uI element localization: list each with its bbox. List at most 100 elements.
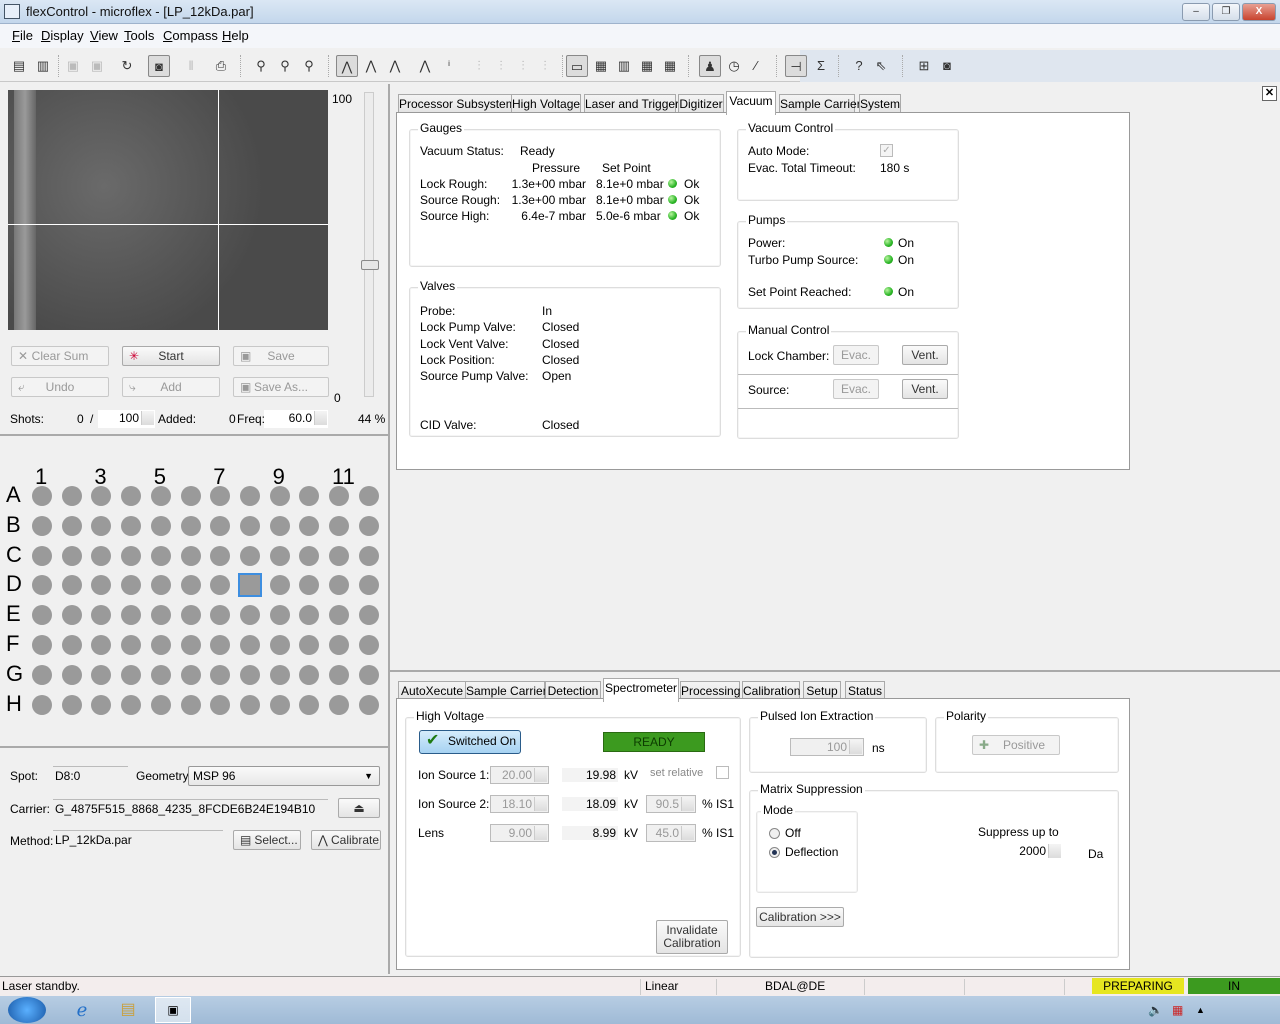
plate-well[interactable] bbox=[32, 694, 52, 715]
menu-help[interactable]: Help bbox=[222, 28, 249, 43]
plate-well[interactable] bbox=[91, 635, 112, 655]
layout-5-icon[interactable]: ▦ bbox=[659, 55, 681, 77]
plate-well[interactable] bbox=[299, 486, 320, 506]
camera-off-icon[interactable]: ◙ bbox=[936, 55, 958, 77]
hv-set-spinner[interactable]: 9.00 bbox=[490, 824, 549, 842]
plate-well[interactable] bbox=[61, 515, 82, 536]
plate-well[interactable] bbox=[91, 545, 112, 566]
eject-button[interactable]: ⏏ bbox=[338, 798, 380, 818]
peak-down-icon[interactable]: ⋀ bbox=[360, 55, 382, 77]
plate-well[interactable] bbox=[91, 575, 112, 596]
save-method-icon[interactable]: ▥ bbox=[32, 55, 54, 77]
plate-well[interactable] bbox=[269, 635, 290, 655]
plate-well[interactable] bbox=[329, 515, 349, 536]
peak-info-icon[interactable]: ⁱ bbox=[438, 55, 460, 77]
plate-well[interactable] bbox=[91, 664, 112, 685]
plate-well[interactable] bbox=[121, 635, 142, 655]
layout-1-icon[interactable]: ▭ bbox=[566, 55, 588, 77]
plate-well[interactable] bbox=[329, 575, 349, 596]
calibrate-button[interactable]: ⋀ Calibrate bbox=[311, 830, 381, 850]
plate-well[interactable] bbox=[180, 486, 201, 506]
plate-well[interactable] bbox=[239, 605, 260, 626]
tab-system[interactable]: System bbox=[859, 94, 901, 114]
plate-well[interactable] bbox=[269, 664, 290, 685]
plate-well[interactable] bbox=[358, 515, 379, 536]
user-icon[interactable]: ♟ bbox=[699, 55, 721, 77]
plate-well[interactable] bbox=[32, 545, 52, 566]
tray-expand-icon[interactable]: ▲ bbox=[1196, 997, 1210, 1023]
peak-annotate-icon[interactable]: ⋀ bbox=[414, 55, 436, 77]
camera-view[interactable] bbox=[8, 90, 328, 330]
hv-set-spinner[interactable]: 20.00 bbox=[490, 766, 549, 784]
plate-well[interactable] bbox=[32, 486, 52, 506]
plate-well[interactable] bbox=[61, 545, 82, 566]
plate-well[interactable] bbox=[61, 694, 82, 715]
refresh-icon[interactable]: ↻ bbox=[116, 55, 138, 77]
plate-well[interactable] bbox=[269, 486, 290, 506]
calibrate-icon[interactable]: ⁄ bbox=[745, 55, 767, 77]
plate-well[interactable] bbox=[239, 486, 260, 506]
ie-icon[interactable]: ℯ bbox=[64, 997, 100, 1023]
camera-icon[interactable]: ◙ bbox=[148, 55, 170, 77]
plate-well[interactable] bbox=[180, 664, 201, 685]
plate-well[interactable] bbox=[269, 545, 290, 566]
plate-well[interactable] bbox=[239, 694, 260, 715]
plate-well[interactable] bbox=[299, 605, 320, 626]
zoom-reset-icon[interactable]: ⚲ bbox=[298, 55, 320, 77]
tab-digitizer[interactable]: Digitizer bbox=[678, 94, 724, 114]
menu-compass[interactable]: Compass bbox=[163, 28, 218, 43]
tab-vacuum[interactable]: Vacuum bbox=[726, 91, 776, 115]
plate-well[interactable] bbox=[358, 635, 379, 655]
plate-well[interactable] bbox=[91, 605, 112, 626]
plate-well[interactable] bbox=[180, 545, 201, 566]
plate-well[interactable] bbox=[180, 694, 201, 715]
undo-button[interactable]: ⤶ Undo bbox=[11, 377, 109, 397]
splitter[interactable] bbox=[390, 670, 1280, 672]
close-button[interactable]: X bbox=[1242, 3, 1276, 21]
freq-spinner[interactable]: 60.0 bbox=[264, 410, 328, 428]
plate-well[interactable] bbox=[358, 545, 379, 566]
plate-well[interactable] bbox=[121, 575, 142, 596]
plate-well[interactable] bbox=[32, 605, 52, 626]
plate-well[interactable] bbox=[61, 486, 82, 506]
plate-well[interactable] bbox=[329, 635, 349, 655]
print-icon[interactable]: ⎙ bbox=[210, 55, 232, 77]
plate-well[interactable] bbox=[91, 515, 112, 536]
plate-well[interactable] bbox=[210, 635, 231, 655]
select-method-button[interactable]: ▤ Select... bbox=[233, 830, 301, 850]
save-as-button[interactable]: ▣ Save As... bbox=[233, 377, 329, 397]
plate-well[interactable] bbox=[299, 545, 320, 566]
plate-well[interactable] bbox=[180, 515, 201, 536]
layout-3-icon[interactable]: ▥ bbox=[613, 55, 635, 77]
layout-2-icon[interactable]: ▦ bbox=[590, 55, 612, 77]
clock-icon[interactable]: ◷ bbox=[723, 55, 745, 77]
tab-high-voltage[interactable]: High Voltage bbox=[511, 94, 581, 114]
plate-well[interactable] bbox=[61, 635, 82, 655]
plate-well[interactable] bbox=[358, 486, 379, 506]
source-evac-button[interactable]: Evac. bbox=[833, 379, 879, 399]
start-button[interactable]: ✳ Start bbox=[122, 346, 220, 366]
window-icon[interactable]: ⊞ bbox=[913, 55, 935, 77]
geometry-select[interactable]: MSP 96 ▼ bbox=[188, 766, 380, 786]
plate-well[interactable] bbox=[358, 605, 379, 626]
plate-well[interactable] bbox=[269, 694, 290, 715]
spectrum-2-icon[interactable]: ⫶ bbox=[490, 55, 512, 77]
plate-well[interactable] bbox=[239, 664, 260, 685]
plate-well[interactable] bbox=[121, 664, 142, 685]
plate-well[interactable] bbox=[329, 545, 349, 566]
plate-well[interactable] bbox=[32, 664, 52, 685]
plate-well[interactable] bbox=[121, 486, 142, 506]
menu-display[interactable]: Display bbox=[41, 28, 84, 43]
plate-well[interactable] bbox=[210, 605, 231, 626]
plate-well[interactable] bbox=[121, 694, 142, 715]
plate-well[interactable] bbox=[32, 635, 52, 655]
invalidate-calibration-button[interactable]: Invalidate Calibration bbox=[656, 920, 728, 954]
pie-delay-spinner[interactable]: 100 bbox=[790, 738, 864, 756]
menu-file[interactable]: File bbox=[12, 28, 33, 43]
layout-4-icon[interactable]: ▦ bbox=[636, 55, 658, 77]
plate-well[interactable] bbox=[150, 545, 171, 566]
zoom-x-icon[interactable]: ⚲ bbox=[274, 55, 296, 77]
lock-vent-button[interactable]: Vent. bbox=[902, 345, 948, 365]
plate-well[interactable] bbox=[180, 635, 201, 655]
peak-label-icon[interactable]: ⋀ bbox=[384, 55, 406, 77]
